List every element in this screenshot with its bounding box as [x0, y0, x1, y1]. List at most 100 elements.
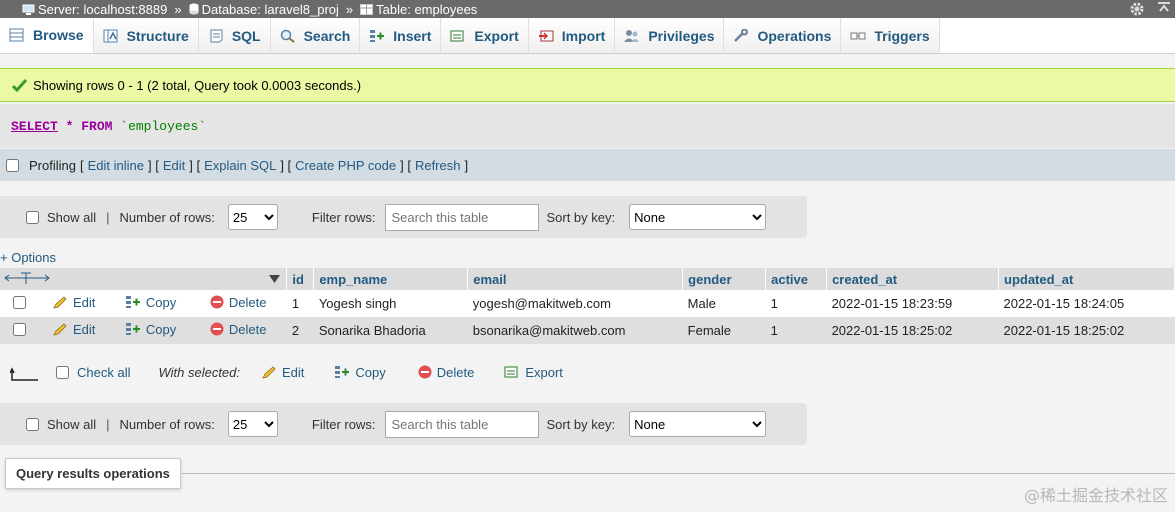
- column-resize-arrows-icon[interactable]: [3, 272, 53, 286]
- tab-export[interactable]: Export: [441, 18, 529, 53]
- bulk-delete-button[interactable]: Delete: [418, 365, 474, 380]
- tab-bar: Browse Structure SQL Search Insert Expor…: [0, 18, 1175, 54]
- show-all-label: Show all: [47, 416, 97, 432]
- sort-by-key-select[interactable]: None: [629, 204, 767, 230]
- cell-created-at[interactable]: 2022-01-15 18:25:02: [826, 317, 999, 344]
- arrow-left-up-icon: [10, 367, 38, 381]
- cell-id[interactable]: 2: [286, 317, 314, 344]
- structure-icon: [103, 29, 118, 42]
- tab-structure[interactable]: Structure: [93, 18, 199, 53]
- column-header-emp-name[interactable]: emp_name: [313, 268, 469, 290]
- filter-rows-input[interactable]: [385, 203, 540, 231]
- tab-triggers[interactable]: Triggers: [841, 18, 940, 53]
- number-of-rows-select[interactable]: 25: [227, 411, 278, 437]
- show-all-checkbox[interactable]: [26, 417, 39, 431]
- bulk-export-button[interactable]: Export: [504, 365, 563, 380]
- table-navigation-top: Show all | Number of rows: 25 Filter row…: [0, 196, 807, 238]
- table-row: Edit Copy Delete 2 Sonarika Bhadoria bso…: [0, 317, 1175, 344]
- row-edit-button[interactable]: Edit: [53, 322, 95, 337]
- delete-icon: [210, 322, 224, 336]
- export-icon: [504, 366, 518, 378]
- column-controls: [0, 268, 288, 290]
- breadcrumb-database[interactable]: Database: laravel8_proj: [189, 2, 339, 17]
- cell-email[interactable]: yogesh@makitweb.com: [467, 290, 683, 317]
- filter-rows-label: Filter rows:: [311, 416, 376, 432]
- sort-by-key-select[interactable]: None: [629, 411, 767, 437]
- table-icon: [360, 3, 374, 15]
- profiling-label: Profiling: [29, 157, 76, 173]
- column-header-updated-at[interactable]: updated_at: [998, 268, 1175, 290]
- tab-operations[interactable]: Operations: [724, 18, 842, 53]
- options-link[interactable]: + Options: [0, 250, 56, 265]
- cell-created-at[interactable]: 2022-01-15 18:23:59: [826, 290, 999, 317]
- show-all-label: Show all: [47, 209, 97, 225]
- row-edit-button[interactable]: Edit: [53, 295, 95, 310]
- delete-icon: [210, 295, 224, 309]
- create-php-code-link[interactable]: Create PHP code: [295, 158, 396, 173]
- table-header-row: id emp_name email gender active created_…: [0, 268, 1175, 290]
- sql-query: SELECT * FROM `employees`: [0, 104, 1175, 148]
- table-row: Edit Copy Delete 1 Yogesh singh yogesh@m…: [0, 290, 1175, 317]
- row-checkbox[interactable]: [13, 322, 26, 336]
- filter-rows-input[interactable]: [385, 410, 540, 438]
- tab-import[interactable]: Import: [528, 18, 616, 53]
- profiling-bar: Profiling [ Edit inline ] [ Edit ] [ Exp…: [0, 149, 1175, 181]
- explain-sql-link[interactable]: Explain SQL: [204, 158, 276, 173]
- browse-icon: [9, 28, 24, 41]
- row-copy-button[interactable]: Copy: [125, 322, 176, 337]
- cell-email[interactable]: bsonarika@makitweb.com: [467, 317, 683, 344]
- column-header-created-at[interactable]: created_at: [826, 268, 999, 290]
- refresh-link[interactable]: Refresh: [415, 158, 461, 173]
- sql-select-keyword[interactable]: SELECT: [11, 119, 58, 134]
- row-delete-button[interactable]: Delete: [210, 295, 266, 310]
- delete-icon: [418, 365, 432, 379]
- breadcrumb-table[interactable]: Table: employees: [360, 2, 477, 17]
- with-selected-bar: Check all With selected: Edit Copy Delet…: [10, 362, 563, 382]
- column-header-id[interactable]: id: [286, 268, 315, 290]
- edit-link[interactable]: Edit: [163, 158, 185, 173]
- pencil-icon: [53, 323, 67, 336]
- breadcrumb-server[interactable]: Server: localhost:8889: [22, 2, 167, 17]
- tab-search[interactable]: Search: [270, 18, 361, 53]
- tab-browse[interactable]: Browse: [0, 18, 94, 53]
- copy-icon: [335, 366, 350, 378]
- tab-sql[interactable]: SQL: [198, 18, 271, 53]
- column-header-active[interactable]: active: [765, 268, 828, 290]
- show-all-checkbox[interactable]: [26, 210, 39, 224]
- collapse-icon[interactable]: [1157, 1, 1171, 15]
- column-header-gender[interactable]: gender: [682, 268, 767, 290]
- cell-gender[interactable]: Male: [682, 290, 766, 317]
- sort-by-key-label: Sort by key:: [546, 416, 616, 432]
- row-delete-button[interactable]: Delete: [210, 322, 266, 337]
- copy-icon: [125, 296, 140, 309]
- cell-gender[interactable]: Female: [682, 317, 766, 344]
- tab-privileges[interactable]: Privileges: [615, 18, 725, 53]
- check-all-checkbox[interactable]: [56, 365, 69, 379]
- check-all-link[interactable]: Check all: [77, 365, 130, 380]
- triggers-icon: [850, 32, 866, 39]
- insert-icon: [370, 29, 385, 42]
- query-results-operations-button[interactable]: Query results operations: [5, 458, 181, 489]
- row-checkbox[interactable]: [13, 295, 26, 309]
- sql-icon: [210, 29, 223, 42]
- edit-inline-link[interactable]: Edit inline: [88, 158, 144, 173]
- cell-updated-at[interactable]: 2022-01-15 18:25:02: [998, 317, 1175, 344]
- row-copy-button[interactable]: Copy: [125, 295, 176, 310]
- gear-icon[interactable]: [1129, 1, 1145, 17]
- column-header-email[interactable]: email: [467, 268, 684, 290]
- checkmark-icon: [12, 78, 27, 92]
- cell-active[interactable]: 1: [765, 290, 827, 317]
- cell-id[interactable]: 1: [286, 290, 314, 317]
- cell-updated-at[interactable]: 2022-01-15 18:24:05: [998, 290, 1175, 317]
- filter-rows-label: Filter rows:: [311, 209, 376, 225]
- bulk-copy-button[interactable]: Copy: [334, 365, 386, 380]
- cell-active[interactable]: 1: [765, 317, 827, 344]
- tab-insert[interactable]: Insert: [360, 18, 442, 53]
- cell-emp-name[interactable]: Yogesh singh: [313, 290, 468, 317]
- cell-emp-name[interactable]: Sonarika Bhadoria: [313, 317, 468, 344]
- sort-dropdown-icon[interactable]: [269, 275, 281, 283]
- profiling-checkbox[interactable]: [6, 158, 19, 172]
- number-of-rows-select[interactable]: 25: [227, 204, 278, 230]
- search-icon: [280, 29, 295, 43]
- bulk-edit-button[interactable]: Edit: [262, 365, 304, 380]
